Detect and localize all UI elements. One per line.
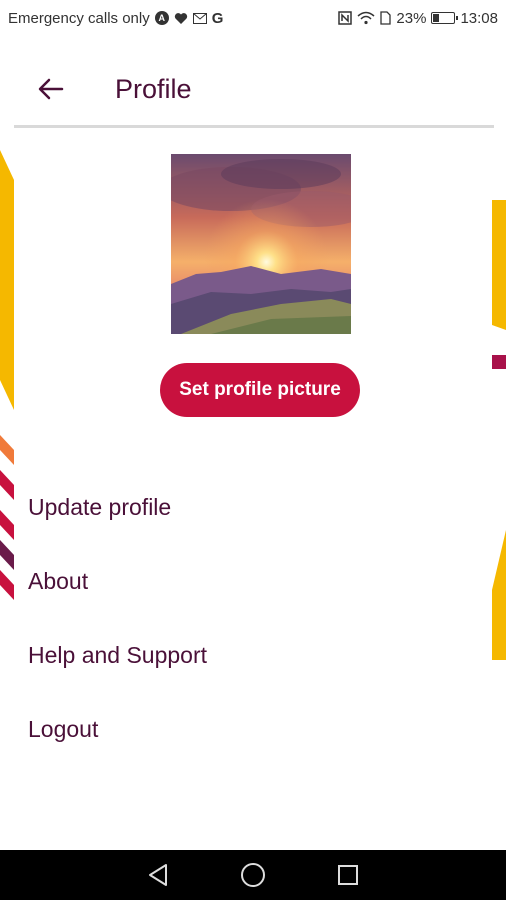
app-bar-divider — [14, 125, 494, 128]
nav-home-button[interactable] — [238, 860, 268, 890]
right-decoration — [492, 200, 506, 660]
menu-item-logout[interactable]: Logout — [28, 692, 468, 766]
app-a-icon: A — [154, 11, 169, 25]
menu-item-about[interactable]: About — [28, 544, 468, 618]
nav-back-button[interactable] — [143, 860, 173, 890]
carrier-text: Emergency calls only — [8, 9, 150, 27]
set-profile-picture-button[interactable]: Set profile picture — [160, 363, 360, 417]
nav-recents-button[interactable] — [333, 860, 363, 890]
system-nav-bar — [0, 850, 506, 900]
app-bar: Profile — [14, 54, 494, 124]
sunset-mountain-photo — [171, 154, 351, 334]
google-g-icon: G — [211, 9, 224, 27]
nfc-icon — [338, 11, 353, 25]
status-bar: Emergency calls only A G 23% 13:08 — [0, 0, 506, 36]
battery-icon — [431, 12, 459, 24]
wifi-icon — [357, 11, 375, 25]
profile-picture — [171, 154, 351, 334]
status-right: 23% 13:08 — [338, 10, 498, 27]
page-title: Profile — [115, 73, 192, 104]
status-left: Emergency calls only A G — [8, 10, 223, 27]
heart-icon — [174, 12, 188, 25]
left-decoration — [0, 150, 14, 600]
battery-fill — [433, 14, 439, 22]
battery-percent: 23% — [396, 9, 427, 27]
mail-icon — [192, 12, 207, 24]
home-circle-icon — [240, 863, 265, 887]
profile-menu: Update profile About Help and Support Lo… — [28, 470, 468, 766]
back-triangle-icon — [148, 864, 167, 886]
menu-item-update-profile[interactable]: Update profile — [28, 470, 468, 544]
clock: 13:08 — [460, 9, 498, 27]
recents-square-icon — [338, 865, 359, 885]
arrow-left-icon — [38, 78, 64, 100]
back-button[interactable] — [26, 64, 76, 114]
sim-icon — [380, 11, 392, 25]
menu-item-help-support[interactable]: Help and Support — [28, 618, 468, 692]
